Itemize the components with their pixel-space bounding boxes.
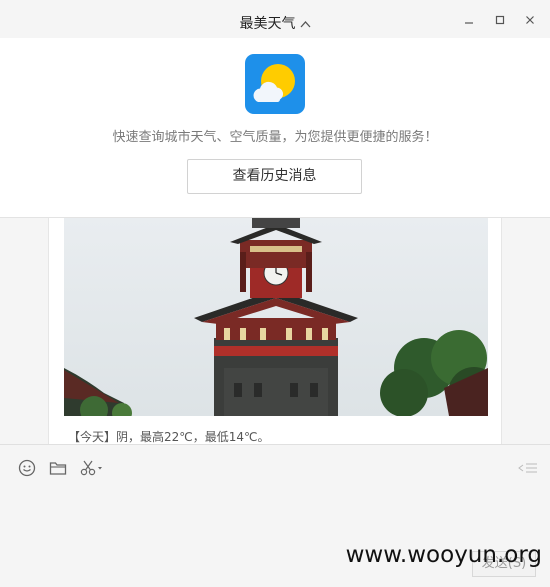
chevron-up-icon[interactable] [300, 18, 311, 31]
account-header: 快速查询城市天气、空气质量，为您提供更便捷的服务！ 查看历史消息 [0, 38, 550, 218]
input-menu-icon[interactable] [518, 459, 538, 477]
message-card[interactable]: 【今天】阴，最高22℃，最低14℃。 [48, 218, 502, 444]
window-title-text: 最美天气 [239, 16, 296, 32]
close-icon[interactable] [520, 10, 540, 30]
minimize-icon[interactable] [459, 10, 479, 30]
message-area[interactable]: 【今天】阴，最高22℃，最低14℃。 [0, 218, 550, 444]
watermark: www.wooyun.org [345, 542, 542, 568]
maximize-icon[interactable] [490, 10, 510, 30]
account-description: 快速查询城市天气、空气质量，为您提供更便捷的服务！ [112, 130, 438, 145]
clock-tower-photo[interactable] [64, 218, 488, 416]
emoji-icon[interactable] [18, 459, 36, 477]
composer[interactable]: 发送(S) www.wooyun.org [0, 444, 550, 587]
sun-cloud-weather-icon [245, 54, 305, 114]
scissors-icon[interactable] [80, 459, 104, 477]
title-bar: 最美天气 [0, 0, 550, 38]
view-history-button[interactable]: 查看历史消息 [187, 159, 362, 194]
weather-forecast-text: 【今天】阴，最高22℃，最低14℃。 [68, 430, 270, 444]
folder-icon[interactable] [49, 459, 67, 477]
